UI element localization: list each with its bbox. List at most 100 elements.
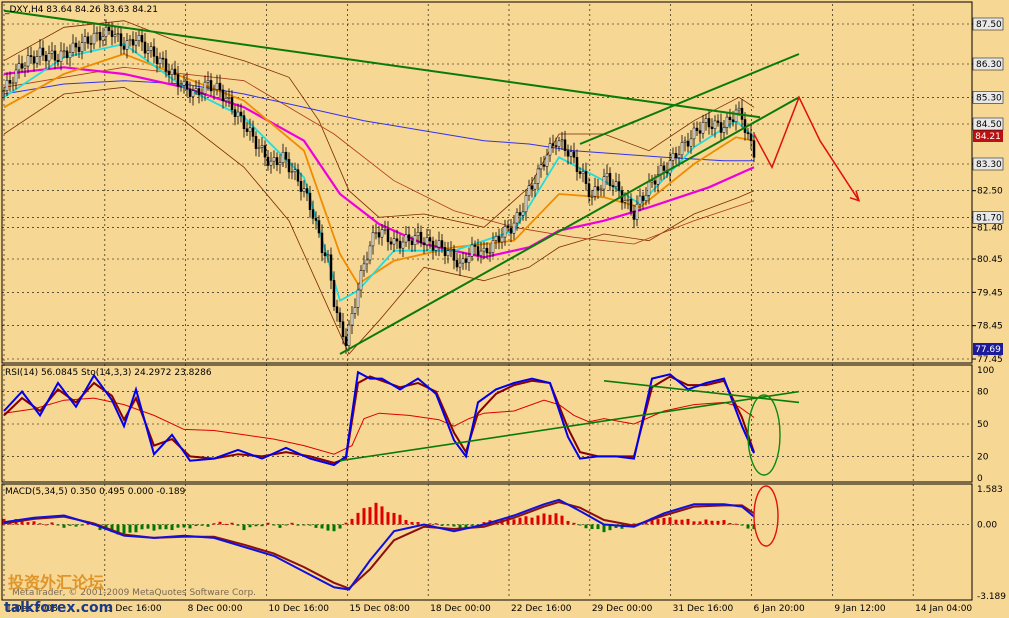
macd-bar: [710, 520, 714, 525]
candle-body: [608, 173, 612, 186]
macd-bar: [170, 524, 174, 531]
macd-bar: [44, 524, 48, 526]
candle-body: [128, 39, 132, 41]
candle-body: [590, 195, 594, 198]
candle-body: [416, 231, 420, 236]
candle-body: [227, 97, 231, 99]
candle-body: [182, 81, 186, 86]
candle-body: [449, 249, 453, 251]
candle-body: [218, 82, 222, 91]
macd-bar: [26, 522, 30, 525]
rsi-axis-label: 50: [977, 420, 989, 430]
level-tag-label: 86.30: [976, 60, 1002, 70]
macd-bar: [344, 522, 348, 525]
candle-body: [263, 145, 267, 158]
candle-body: [293, 169, 297, 172]
macd-bar: [602, 524, 606, 533]
level-tag-label: 85.30: [976, 93, 1002, 103]
candle-body: [503, 226, 507, 238]
candle-body: [212, 89, 216, 92]
macd-bar: [374, 502, 378, 525]
candle-body: [578, 171, 582, 174]
candle-body: [494, 236, 498, 241]
macd-bar: [470, 524, 474, 526]
candle-body: [233, 109, 237, 117]
candle-body: [77, 46, 81, 52]
time-label: 3 Dec 16:00: [107, 604, 162, 614]
macd-bar: [152, 524, 156, 531]
candle-body: [74, 42, 78, 48]
macd-bar: [446, 524, 450, 526]
candle-body: [410, 240, 414, 245]
chart-canvas[interactable]: 84.21 77.69 87.50 86.30 85.30 84.50 83.30 82.…: [0, 0, 1009, 618]
candle-body: [29, 55, 33, 57]
candle-body: [632, 211, 636, 220]
macd-bar: [32, 521, 36, 525]
candle-body: [725, 116, 729, 128]
current-price-label: 84.21: [975, 132, 1001, 142]
macd-bar: [38, 523, 42, 525]
macd-bar: [410, 521, 414, 525]
candle-body: [695, 127, 699, 131]
candle-body: [329, 254, 333, 281]
macd-bar: [206, 524, 210, 527]
candle-body: [167, 70, 171, 75]
macd-bar: [698, 521, 702, 525]
watermark-site: talkforex.com: [4, 600, 113, 616]
candle-body: [512, 222, 516, 234]
candle-body: [176, 74, 180, 87]
candle-body: [122, 45, 126, 50]
macd-bar: [140, 524, 144, 530]
candle-body: [710, 126, 714, 130]
candle-body: [509, 227, 513, 234]
candle-body: [296, 169, 300, 182]
candle-body: [173, 68, 177, 75]
macd-bar: [266, 522, 270, 525]
price-axis-label: 80.45: [977, 255, 1003, 265]
candle-body: [8, 80, 12, 84]
candle-body: [476, 246, 480, 256]
candle-body: [269, 160, 273, 166]
candle-body: [326, 254, 330, 257]
candle-body: [287, 159, 291, 173]
macd-bar: [122, 524, 126, 534]
candle-body: [458, 262, 462, 268]
candle-body: [419, 231, 423, 244]
price-axis-label: 77.45: [977, 355, 1003, 365]
macd-bar: [296, 524, 300, 526]
low-price-label: 77.69: [975, 345, 1001, 355]
candle-body: [17, 63, 21, 71]
candle-body: [428, 237, 432, 242]
macd-bar: [224, 523, 228, 525]
candle-body: [359, 270, 363, 291]
macd-bar: [668, 517, 672, 525]
macd-bar: [350, 518, 354, 525]
macd-bar: [398, 514, 402, 525]
candle-body: [680, 142, 684, 156]
macd-bar: [692, 521, 696, 525]
macd-bar: [326, 524, 330, 531]
time-label: 9 Jan 12:00: [834, 604, 886, 614]
candle-body: [200, 93, 204, 95]
candle-body: [485, 247, 489, 254]
candle-body: [752, 140, 756, 158]
candle-body: [515, 212, 519, 224]
macd-bar: [62, 524, 66, 528]
candle-body: [446, 250, 450, 257]
candle-body: [455, 260, 459, 268]
candle-body: [335, 306, 339, 314]
macd-bar: [434, 523, 438, 525]
candle-body: [203, 81, 207, 94]
candle-body: [161, 57, 165, 60]
candle-body: [584, 171, 588, 184]
candle-body: [683, 140, 687, 143]
candle-body: [626, 198, 630, 201]
candle-body: [557, 140, 561, 147]
macd-bar: [194, 524, 198, 527]
candle-body: [113, 34, 117, 37]
candle-body: [140, 35, 144, 43]
candle-body: [530, 185, 534, 190]
macd-bar: [158, 524, 162, 530]
level-tag-label: 83.30: [976, 160, 1002, 170]
candle-body: [284, 151, 288, 160]
